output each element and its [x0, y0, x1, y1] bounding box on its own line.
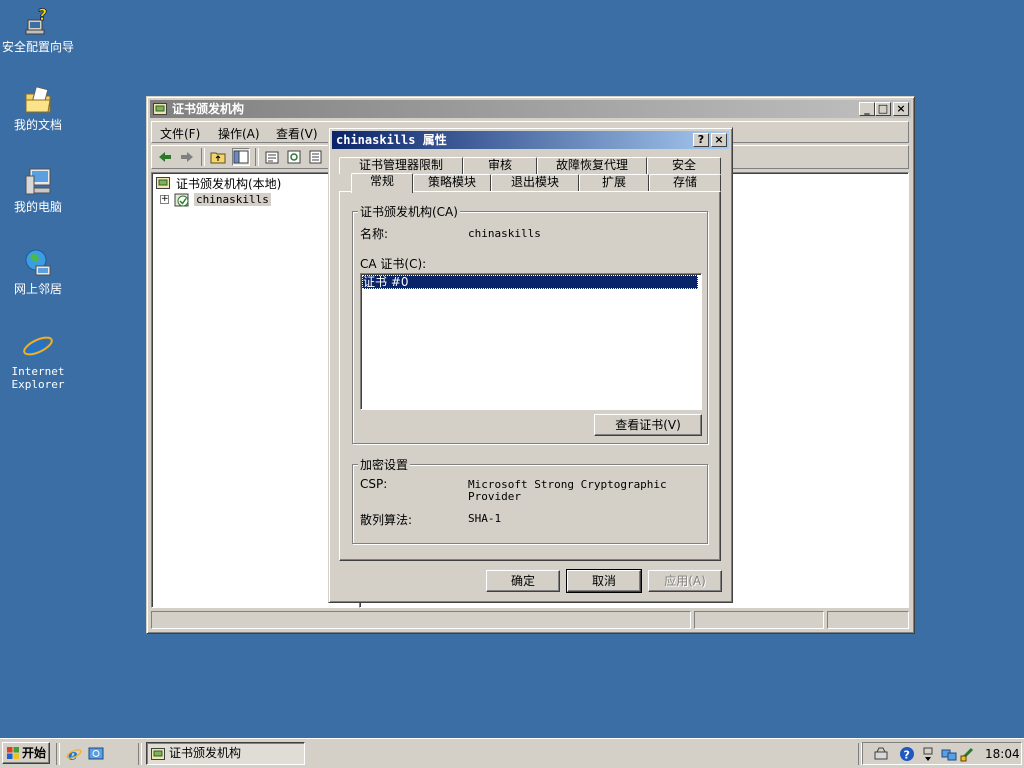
refresh-icon[interactable]: [286, 149, 302, 165]
tab-extensions[interactable]: 扩展: [579, 174, 649, 191]
task-label: 证书颁发机构: [169, 746, 242, 760]
desktop-icon-network-places[interactable]: 网上邻居: [0, 248, 76, 296]
general-tab-page: 证书颁发机构(CA) 名称: chinaskills CA 证书(C): 证书 …: [339, 191, 721, 561]
mmc-statusbar: [151, 611, 909, 629]
tray-arrows-icon[interactable]: [923, 746, 933, 762]
ca-group-legend: 证书颁发机构(CA): [358, 203, 460, 220]
ca-name-label: 名称:: [360, 227, 389, 241]
cancel-button[interactable]: 取消: [566, 569, 642, 593]
mmc-titlebar[interactable]: 证书颁发机构: [150, 100, 911, 118]
hash-value: SHA-1: [468, 512, 502, 525]
menu-view[interactable]: 查看(V): [276, 125, 318, 142]
ca-root-icon: [156, 176, 170, 190]
windows-logo-icon: [6, 746, 20, 760]
dialog-title: chinaskills 属性: [336, 133, 447, 147]
up-folder-icon[interactable]: [210, 149, 226, 165]
menu-action[interactable]: 操作(A): [218, 125, 260, 142]
network-globe-icon: [22, 248, 54, 280]
mmc-minimize-button[interactable]: _: [859, 102, 875, 116]
tree-child-label: chinaskills: [194, 193, 271, 206]
svg-text:?: ?: [38, 6, 47, 24]
desktop-icon-label-line1: Internet: [11, 365, 65, 378]
desktop-icon-label: 安全配置向导: [1, 40, 74, 54]
svg-text:?: ?: [904, 749, 910, 762]
start-label: 开始: [22, 746, 47, 760]
system-tray: ? 18:04: [862, 742, 1022, 765]
start-button[interactable]: 开始: [2, 742, 50, 764]
apply-button[interactable]: 应用(A): [648, 570, 722, 592]
desktop-icon-label: 我的电脑: [13, 200, 62, 214]
ok-button[interactable]: 确定: [486, 570, 560, 592]
expand-plus-icon[interactable]: +: [160, 195, 169, 204]
internet-explorer-icon: e: [22, 330, 54, 365]
tab-auditing[interactable]: 审核: [463, 157, 537, 174]
quicklaunch-ie-icon[interactable]: e: [66, 746, 82, 764]
taskbar-task-mmc[interactable]: 证书颁发机构: [146, 742, 305, 765]
properties-dialog: chinaskills 属性 ? × 证书管理器限制 审核 故障恢复代理 安全 …: [328, 127, 733, 603]
tray-security-icon[interactable]: [959, 746, 975, 762]
desktop-icon-label: 网上邻居: [13, 282, 62, 296]
dialog-titlebar[interactable]: chinaskills 属性: [332, 131, 729, 149]
security-wizard-icon: ?: [22, 5, 54, 38]
tab-policy-module[interactable]: 策略模块: [413, 174, 491, 191]
export-list-icon[interactable]: [308, 149, 324, 165]
properties-icon[interactable]: [264, 149, 280, 165]
tray-clock[interactable]: 18:04: [985, 747, 1020, 761]
computer-icon: [22, 166, 54, 198]
mmc-app-icon: [153, 102, 167, 116]
tab-security[interactable]: 安全: [647, 157, 721, 174]
svg-text:e: e: [27, 330, 46, 362]
tray-network-icon[interactable]: [873, 746, 889, 762]
desktop-icon-label-line2: Explorer: [11, 378, 65, 391]
tray-help-icon[interactable]: ?: [899, 746, 915, 762]
help-button[interactable]: ?: [693, 133, 709, 147]
desktop-icon-internet-explorer[interactable]: e Internet Explorer: [0, 330, 76, 391]
taskbar: 开始 e 证书颁发机构 ? 18:04: [0, 738, 1024, 768]
task-ca-icon: [151, 747, 165, 761]
quicklaunch-show-desktop-icon[interactable]: [88, 746, 104, 762]
tab-cert-manager-restrictions[interactable]: 证书管理器限制: [339, 157, 463, 174]
mmc-title: 证书颁发机构: [172, 102, 245, 116]
desktop-icon-security-wizard[interactable]: ? 安全配置向导: [0, 5, 76, 54]
forward-arrow-icon[interactable]: [179, 149, 195, 165]
mmc-close-button[interactable]: ×: [893, 102, 909, 116]
cert-list-item[interactable]: 证书 #0: [362, 275, 698, 289]
desktop-icon-my-computer[interactable]: 我的电脑: [0, 166, 76, 214]
ca-cert-list[interactable]: 证书 #0: [360, 273, 702, 410]
csp-label: CSP:: [360, 477, 388, 491]
crypto-groupbox: [352, 464, 708, 544]
ca-cert-label: CA 证书(C):: [360, 257, 427, 271]
hash-label: 散列算法:: [360, 513, 413, 527]
ca-server-icon: [174, 192, 190, 208]
view-certificate-button[interactable]: 查看证书(V): [594, 414, 702, 436]
folder-document-icon: [22, 84, 54, 116]
csp-value-line2: Provider: [468, 490, 521, 503]
menu-file[interactable]: 文件(F): [160, 125, 200, 142]
tab-exit-module[interactable]: 退出模块: [491, 174, 579, 191]
back-arrow-icon[interactable]: [157, 149, 173, 165]
tray-lan-icon[interactable]: [941, 746, 957, 762]
tab-storage[interactable]: 存储: [649, 174, 721, 191]
ca-name-value: chinaskills: [468, 227, 541, 240]
tree-root-label: 证书颁发机构(本地): [176, 177, 282, 191]
show-hide-tree-icon[interactable]: [232, 148, 250, 166]
desktop-icon-label: 我的文档: [13, 118, 62, 132]
crypto-group-legend: 加密设置: [358, 456, 411, 473]
desktop-icon-my-documents[interactable]: 我的文档: [0, 84, 76, 132]
dialog-close-button[interactable]: ×: [711, 133, 727, 147]
tab-recovery-agents[interactable]: 故障恢复代理: [537, 157, 647, 174]
mmc-maximize-button[interactable]: □: [875, 102, 891, 116]
tab-general[interactable]: 常规: [351, 173, 413, 193]
